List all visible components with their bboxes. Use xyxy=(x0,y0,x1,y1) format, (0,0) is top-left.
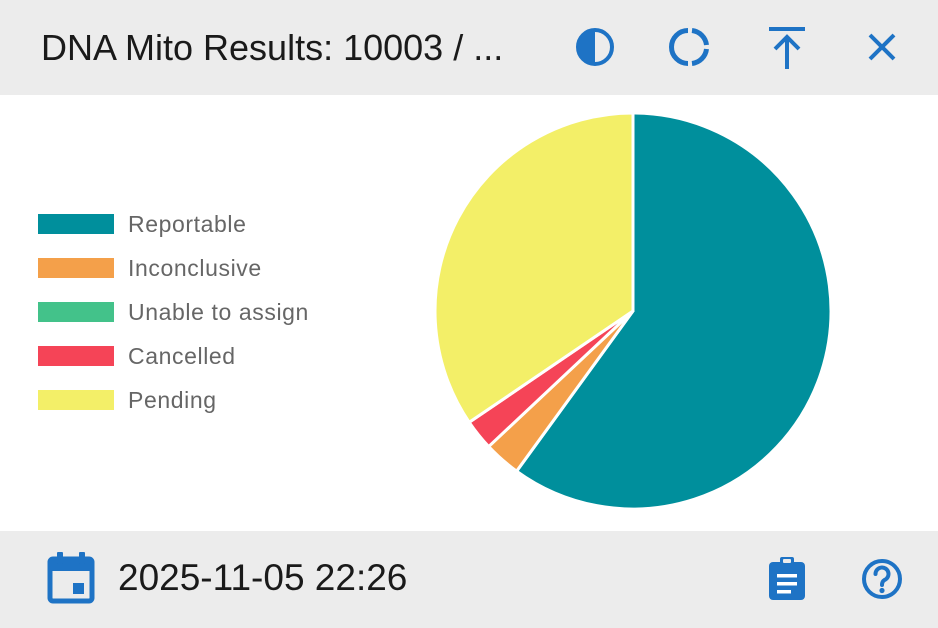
contrast-toggle-button[interactable] xyxy=(571,23,619,71)
legend-item-pending[interactable]: Pending xyxy=(38,387,368,413)
legend-swatch xyxy=(38,302,114,322)
legend-item-unable-to-assign[interactable]: Unable to assign xyxy=(38,299,368,325)
widget-title: DNA Mito Results: 10003 / ... xyxy=(41,27,504,68)
close-icon xyxy=(868,33,896,61)
legend-item-inconclusive[interactable]: Inconclusive xyxy=(38,255,368,281)
donut-chart-icon xyxy=(669,28,709,66)
help-button[interactable] xyxy=(858,555,906,603)
contrast-icon xyxy=(576,28,614,66)
vertical-align-top-icon xyxy=(769,27,805,69)
pin-top-button[interactable] xyxy=(763,23,811,71)
legend-item-reportable[interactable]: Reportable xyxy=(38,211,368,237)
pie-chart xyxy=(433,111,833,511)
legend-item-cancelled[interactable]: Cancelled xyxy=(38,343,368,369)
legend-label: Unable to assign xyxy=(128,299,309,325)
help-icon xyxy=(862,559,902,599)
legend-swatch xyxy=(38,214,114,234)
legend-label: Reportable xyxy=(128,211,247,237)
clipboard-icon xyxy=(769,557,805,600)
donut-toggle-button[interactable] xyxy=(666,23,714,71)
legend-swatch xyxy=(38,258,114,278)
legend-swatch xyxy=(38,390,114,410)
legend-label: Pending xyxy=(128,387,217,413)
close-button[interactable] xyxy=(858,23,906,71)
calendar-icon xyxy=(47,552,95,604)
legend-label: Cancelled xyxy=(128,343,236,369)
last-updated-date: 2025-11-05 22:26 xyxy=(118,557,408,598)
legend-label: Inconclusive xyxy=(128,255,262,281)
clipboard-button[interactable] xyxy=(763,553,811,605)
legend-swatch xyxy=(38,346,114,366)
widget-header: DNA Mito Results: 10003 / ... xyxy=(0,0,938,95)
